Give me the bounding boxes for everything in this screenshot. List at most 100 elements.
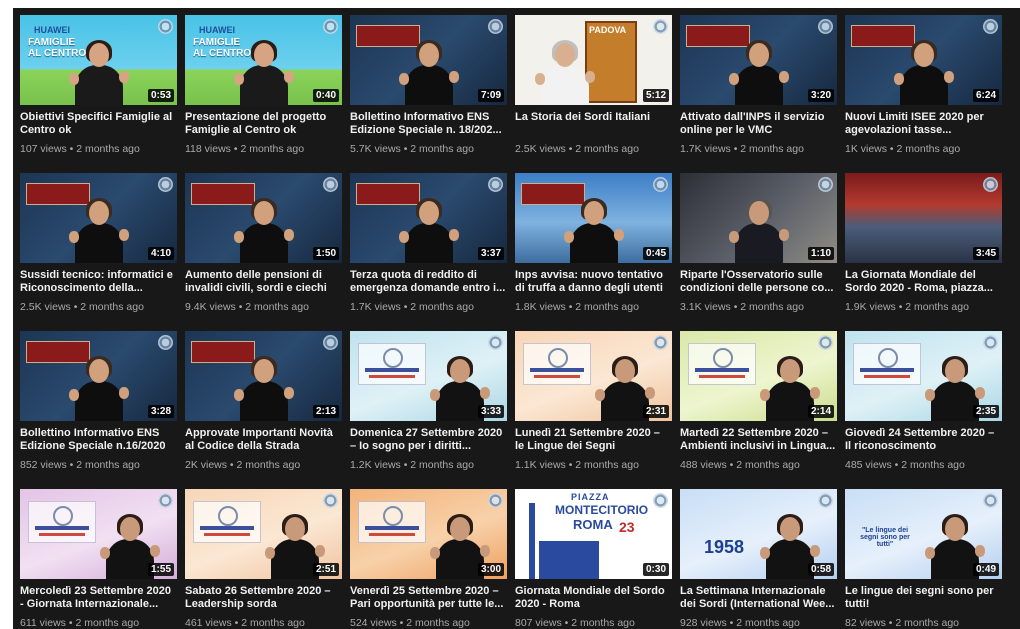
video-card[interactable]: 1:50 Aumento delle pensioni di invalidi c… [185, 173, 342, 326]
video-thumbnail[interactable]: 1:10 [680, 173, 837, 263]
video-title[interactable]: Sabato 26 Settembre 2020 – Leadership so… [185, 585, 342, 611]
video-thumbnail[interactable]: PIAZZA MONTECITORIO ROMA 23 0:30 [515, 489, 672, 579]
channel-watermark-icon [983, 177, 998, 192]
video-title[interactable]: Mercoledì 23 Settembre 2020 - Giornata I… [20, 585, 177, 611]
video-card[interactable]: 2:35 Giovedì 24 Settembre 2020 – Il ricon… [845, 331, 1002, 484]
slide-title-line [200, 526, 254, 530]
presenter-hand-left [594, 389, 605, 401]
video-title[interactable]: Nuovi Limiti ISEE 2020 per agevolazioni … [845, 111, 1002, 137]
video-title[interactable]: La Settimana Internazionale dei Sordi (I… [680, 585, 837, 611]
video-title[interactable]: La Giornata Mondiale del Sordo 2020 - Ro… [845, 269, 1002, 295]
thumbnail-piazza-text: PIAZZA [571, 492, 610, 502]
video-age: 2 months ago [76, 143, 140, 155]
video-thumbnail[interactable]: 4:10 [20, 173, 177, 263]
video-card[interactable]: 4:10 Sussidi tecnico: informatici e Ricon… [20, 173, 177, 326]
meta-separator: • [730, 301, 741, 313]
video-card[interactable]: 1:10 Riparte l'Osservatorio sulle condizi… [680, 173, 837, 326]
video-card[interactable]: 6:24 Nuovi Limiti ISEE 2020 per agevolazi… [845, 15, 1002, 168]
video-thumbnail[interactable]: 2:35 [845, 331, 1002, 421]
presenter-hand-right [479, 545, 490, 557]
video-thumbnail[interactable]: 3:28 [20, 331, 177, 421]
video-age: 2 months ago [241, 617, 305, 629]
video-thumbnail[interactable]: 1:50 [185, 173, 342, 263]
video-card[interactable]: PADOVA 5:12 La Storia dei Sordi Italiani 2.… [515, 15, 672, 168]
presenter-head [449, 359, 470, 383]
video-age: 2 months ago [740, 301, 804, 313]
video-card[interactable]: HUAWEI FAMIGLIE AL CENTRO 0:40 Presentazione… [185, 15, 342, 168]
video-thumbnail[interactable]: "Le lingue dei segni sono per tutti" 0:49 [845, 489, 1002, 579]
video-title[interactable]: Inps avvisa: nuovo tentativo di truffa a… [515, 269, 672, 295]
video-title[interactable]: Martedì 22 Settembre 2020 – Ambienti inc… [680, 427, 837, 453]
video-views: 485 views [845, 459, 892, 471]
video-card[interactable]: 2:31 Lunedì 21 Settembre 2020 – le Lingue… [515, 331, 672, 484]
video-title[interactable]: Presentazione del progetto Famiglie al C… [185, 111, 342, 137]
video-title[interactable]: Bollettino Informativo ENS Edizione Spec… [350, 111, 507, 137]
video-card[interactable]: 7:09 Bollettino Informativo ENS Edizione … [350, 15, 507, 168]
video-thumbnail[interactable]: 3:00 [350, 489, 507, 579]
video-title[interactable]: Terza quota di reddito di emergenza doma… [350, 269, 507, 295]
meta-separator: • [561, 617, 572, 629]
video-thumbnail[interactable]: PADOVA 5:12 [515, 15, 672, 105]
video-title[interactable]: Sussidi tecnico: informatici e Riconosci… [20, 269, 177, 295]
video-title[interactable]: Obiettivi Specifici Famiglie al Centro o… [20, 111, 177, 137]
video-title[interactable]: Riparte l'Osservatorio sulle condizioni … [680, 269, 837, 295]
presenter-head [449, 517, 470, 541]
video-card[interactable]: 3:33 Domenica 27 Settembre 2020 – Io sogn… [350, 331, 507, 484]
video-thumbnail[interactable]: 3:37 [350, 173, 507, 263]
channel-watermark-icon [818, 177, 833, 192]
channel-watermark-icon [653, 335, 668, 350]
video-card[interactable]: 3:45 La Giornata Mondiale del Sordo 2020 … [845, 173, 1002, 326]
video-card[interactable]: 2:13 Approvate Importanti Novità al Codic… [185, 331, 342, 484]
video-card[interactable]: "Le lingue dei segni sono per tutti" 0:49… [845, 489, 1002, 629]
video-thumbnail[interactable]: 2:14 [680, 331, 837, 421]
video-grid: HUAWEI FAMIGLIE AL CENTRO 0:53 Obiettivi Spe… [20, 15, 1002, 629]
video-duration: 0:30 [642, 563, 669, 576]
video-thumbnail[interactable]: 2:31 [515, 331, 672, 421]
video-card[interactable]: HUAWEI FAMIGLIE AL CENTRO 0:53 Obiettivi Spe… [20, 15, 177, 168]
video-title[interactable]: Bollettino Informativo ENS Edizione Spec… [20, 427, 177, 453]
video-card[interactable]: 2:51 Sabato 26 Settembre 2020 – Leadershi… [185, 489, 342, 629]
video-thumbnail[interactable]: 1958 0:58 [680, 489, 837, 579]
video-card[interactable]: 3:00 Venerdì 25 Settembre 2020 – Pari opp… [350, 489, 507, 629]
video-thumbnail[interactable]: HUAWEI FAMIGLIE AL CENTRO 0:40 [185, 15, 342, 105]
video-title[interactable]: Venerdì 25 Settembre 2020 – Pari opportu… [350, 585, 507, 611]
presenter-hand-left [233, 231, 244, 243]
video-views: 2.5K views [20, 301, 71, 313]
video-title[interactable]: Le lingue dei segni sono per tutti! [845, 585, 1002, 611]
video-title[interactable]: La Storia dei Sordi Italiani [515, 111, 672, 137]
video-card[interactable]: 3:20 Attivato dall'INPS il servizio onlin… [680, 15, 837, 168]
video-thumbnail[interactable]: 7:09 [350, 15, 507, 105]
video-thumbnail[interactable]: 0:45 [515, 173, 672, 263]
video-thumbnail[interactable]: 1:55 [20, 489, 177, 579]
video-thumbnail[interactable]: 2:51 [185, 489, 342, 579]
presenter-figure [728, 198, 789, 263]
video-card[interactable]: 2:14 Martedì 22 Settembre 2020 – Ambienti… [680, 331, 837, 484]
video-card[interactable]: PIAZZA MONTECITORIO ROMA 23 0:30 Giornata Mon… [515, 489, 672, 629]
video-title[interactable]: Attivato dall'INPS il servizio online pe… [680, 111, 837, 137]
presenter-hand-right [809, 545, 820, 557]
meta-separator: • [565, 459, 576, 471]
video-title[interactable]: Approvate Importanti Novità al Codice de… [185, 427, 342, 453]
video-meta: 611 views • 2 months ago [20, 617, 177, 629]
video-title[interactable]: Giornata Mondiale del Sordo 2020 - Roma [515, 585, 672, 611]
video-thumbnail[interactable]: HUAWEI FAMIGLIE AL CENTRO 0:53 [20, 15, 177, 105]
video-card[interactable]: 1:55 Mercoledì 23 Settembre 2020 - Giorna… [20, 489, 177, 629]
video-thumbnail[interactable]: 3:45 [845, 173, 1002, 263]
presenter-body [74, 65, 123, 105]
video-thumbnail[interactable]: 6:24 [845, 15, 1002, 105]
video-thumbnail[interactable]: 3:33 [350, 331, 507, 421]
video-card[interactable]: 1958 0:58 La Settimana Internazionale dei … [680, 489, 837, 629]
video-title[interactable]: Giovedì 24 Settembre 2020 – Il riconosci… [845, 427, 1002, 453]
video-card[interactable]: 3:37 Terza quota di reddito di emergenza … [350, 173, 507, 326]
video-card[interactable]: 3:28 Bollettino Informativo ENS Edizione … [20, 331, 177, 484]
video-thumbnail[interactable]: 2:13 [185, 331, 342, 421]
video-age: 2 months ago [896, 143, 961, 155]
video-title[interactable]: Lunedì 21 Settembre 2020 – le Lingue dei… [515, 427, 672, 453]
video-title[interactable]: Domenica 27 Settembre 2020 – Io sogno pe… [350, 427, 507, 453]
meta-separator: • [565, 301, 576, 313]
presenter-hand-left [759, 547, 770, 559]
video-thumbnail[interactable]: 3:20 [680, 15, 837, 105]
video-card[interactable]: 0:45 Inps avvisa: nuovo tentativo di truf… [515, 173, 672, 326]
presenter-hand-right [585, 71, 596, 83]
video-title[interactable]: Aumento delle pensioni di invalidi civil… [185, 269, 342, 295]
